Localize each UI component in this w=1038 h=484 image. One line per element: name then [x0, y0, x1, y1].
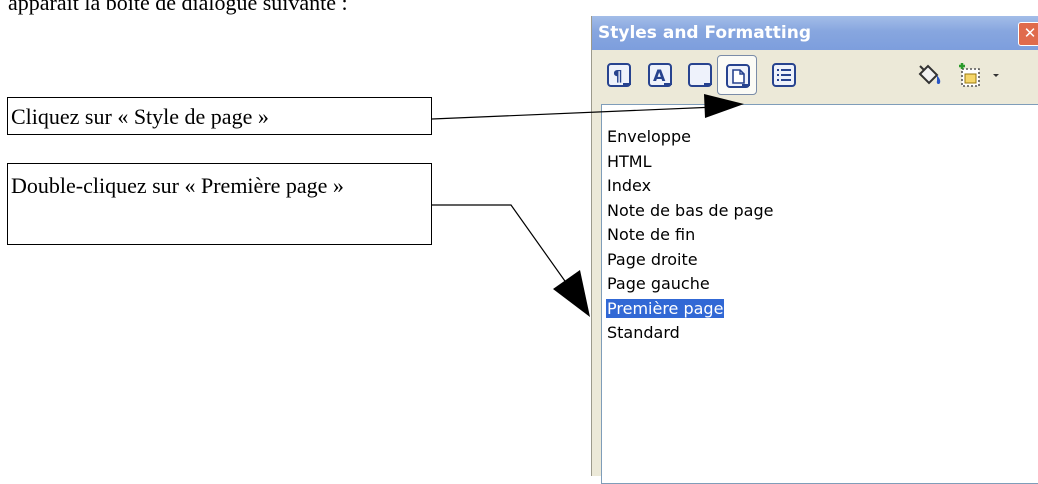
callout-arrows — [431, 94, 744, 317]
arrow-to-first-page-item — [432, 204, 590, 317]
arrow-to-page-style-button — [431, 94, 744, 120]
